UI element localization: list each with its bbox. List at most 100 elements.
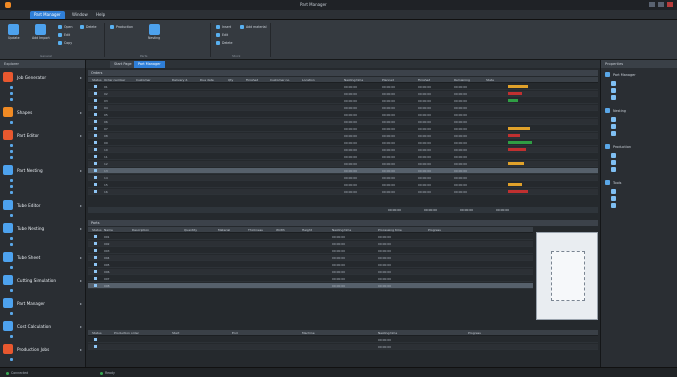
- nav-subitem[interactable]: [10, 311, 80, 316]
- table-row[interactable]: 02 00:00:00 00:00:00 00:00:00 00:00:00: [88, 91, 598, 97]
- nav-subitem[interactable]: [10, 184, 80, 189]
- nav-subitem[interactable]: [10, 242, 80, 247]
- table-row[interactable]: 05 00:00:00 00:00:00 00:00:00 00:00:00: [88, 112, 598, 118]
- nav-item-part-nesting[interactable]: Part Nesting ▸: [0, 163, 86, 177]
- table-row[interactable]: 14 00:00:00 00:00:00 00:00:00 00:00:00: [88, 175, 598, 181]
- nav-item-cost-calculation[interactable]: Cost Calculation ▸: [0, 319, 86, 333]
- panel-subitem[interactable]: [611, 160, 616, 165]
- column-header[interactable]: Status: [92, 78, 102, 82]
- delete-button[interactable]: Delete: [80, 25, 96, 29]
- menu-tab-window[interactable]: Window: [68, 11, 92, 19]
- nav-item-tube-editor[interactable]: Tube Editor ▸: [0, 198, 86, 212]
- column-header[interactable]: Order number: [104, 78, 125, 82]
- column-header[interactable]: Status: [92, 331, 102, 335]
- panel-subitem[interactable]: [611, 196, 616, 201]
- table-row[interactable]: 10 00:00:00 00:00:00 00:00:00 00:00:00: [88, 147, 598, 153]
- column-header[interactable]: Status: [92, 228, 102, 232]
- nav-item-job-generator[interactable]: Job Generator ▸: [0, 70, 86, 84]
- edit-button[interactable]: Edit: [58, 33, 70, 37]
- panel-subitem[interactable]: [611, 117, 616, 122]
- column-header[interactable]: Quantity: [184, 228, 197, 232]
- table-row[interactable]: 01 00:00:00 00:00:00 00:00:00 00:00:00: [88, 84, 598, 90]
- column-header[interactable]: Due date: [200, 78, 214, 82]
- table-row[interactable]: 06 00:00:00 00:00:00 00:00:00 00:00:00: [88, 119, 598, 125]
- table-row[interactable]: 03 00:00:00 00:00:00 00:00:00 00:00:00: [88, 98, 598, 104]
- table-row[interactable]: 15 00:00:00 00:00:00 00:00:00 00:00:00: [88, 182, 598, 188]
- column-header[interactable]: Remaining: [454, 78, 470, 82]
- column-header[interactable]: Progress: [428, 228, 441, 232]
- add-import-button[interactable]: Add Import: [32, 24, 50, 40]
- column-header[interactable]: Nesting time: [344, 78, 363, 82]
- column-header[interactable]: Progress: [468, 331, 481, 335]
- panel-subitem[interactable]: [611, 167, 616, 172]
- panel-subitem[interactable]: [611, 95, 616, 100]
- nesting-button[interactable]: Nesting: [148, 24, 160, 40]
- table-row[interactable]: 08 00:00:00 00:00:00 00:00:00 00:00:00: [88, 133, 598, 139]
- column-header[interactable]: Height: [302, 228, 312, 232]
- panel-subitem[interactable]: [611, 153, 616, 158]
- column-header[interactable]: Nesting time: [378, 331, 397, 335]
- column-header[interactable]: Customer: [136, 78, 151, 82]
- nav-item-shapes[interactable]: Shapes ▸: [0, 105, 86, 119]
- nav-item-tube-sheet[interactable]: Tube Sheet ▸: [0, 250, 86, 264]
- update-button[interactable]: Update: [8, 24, 20, 40]
- column-header[interactable]: Production order: [114, 331, 139, 335]
- nav-subitem[interactable]: [10, 85, 80, 90]
- nav-subitem[interactable]: [10, 155, 80, 160]
- menu-tab-part-manager[interactable]: Part Manager: [30, 11, 65, 19]
- close-icon[interactable]: [667, 2, 673, 7]
- panel-section-production[interactable]: Production: [605, 144, 631, 149]
- panel-subitem[interactable]: [611, 131, 616, 136]
- nav-subitem[interactable]: [10, 190, 80, 195]
- nav-item-tube-nesting[interactable]: Tube Nesting ▸: [0, 221, 86, 235]
- table-row[interactable]: 008 00:00:00 00:00:00: [88, 283, 533, 289]
- tab-part-manager[interactable]: Part Manager: [134, 61, 165, 68]
- nav-subitem[interactable]: [10, 334, 80, 339]
- table-row[interactable]: 12 00:00:00 00:00:00 00:00:00 00:00:00: [88, 161, 598, 167]
- nav-subitem[interactable]: [10, 265, 80, 270]
- panel-section-part-manager[interactable]: Part Manager: [605, 72, 636, 77]
- column-header[interactable]: Name: [104, 228, 113, 232]
- column-header[interactable]: Planned: [382, 78, 394, 82]
- stock-delete-button[interactable]: Delete: [216, 41, 232, 45]
- column-header[interactable]: End: [232, 331, 238, 335]
- column-header[interactable]: Delivery d.: [172, 78, 188, 82]
- menu-tab-help[interactable]: Help: [92, 11, 109, 19]
- table-row[interactable]: 006 00:00:00 00:00:00: [88, 269, 533, 275]
- maximize-icon[interactable]: [658, 2, 664, 7]
- panel-section-nesting[interactable]: Nesting: [605, 108, 626, 113]
- table-row[interactable]: 007 00:00:00 00:00:00: [88, 276, 533, 282]
- column-header[interactable]: Description: [132, 228, 149, 232]
- column-header[interactable]: Finished: [246, 78, 258, 82]
- column-header[interactable]: Machine: [302, 331, 315, 335]
- nav-subitem[interactable]: [10, 288, 80, 293]
- panel-section-tools[interactable]: Tools: [605, 180, 621, 185]
- nav-subitem[interactable]: [10, 143, 80, 148]
- nav-subitem[interactable]: [10, 357, 80, 362]
- column-header[interactable]: Location: [302, 78, 315, 82]
- panel-subitem[interactable]: [611, 81, 616, 86]
- table-row[interactable]: 004 00:00:00 00:00:00: [88, 255, 533, 261]
- nav-subitem[interactable]: [10, 97, 80, 102]
- column-header[interactable]: Start: [172, 331, 179, 335]
- column-header[interactable]: State: [486, 78, 494, 82]
- table-row[interactable]: 002 00:00:00 00:00:00: [88, 241, 533, 247]
- column-header[interactable]: Nesting time: [332, 228, 351, 232]
- tab-start-page[interactable]: Start Page: [110, 61, 136, 68]
- table-row[interactable]: 13 00:00:00 00:00:00 00:00:00 00:00:00: [88, 168, 598, 174]
- nav-item-part-manager[interactable]: Part Manager ▸: [0, 296, 86, 310]
- minimize-icon[interactable]: [649, 2, 655, 7]
- column-header[interactable]: Width: [276, 228, 285, 232]
- column-header[interactable]: Qty: [228, 78, 233, 82]
- table-row[interactable]: 11 00:00:00 00:00:00 00:00:00 00:00:00: [88, 154, 598, 160]
- nav-item-cutting-simulation[interactable]: Cutting Simulation ▸: [0, 273, 86, 287]
- column-header[interactable]: Customer no.: [270, 78, 290, 82]
- table-row[interactable]: 09 00:00:00 00:00:00 00:00:00 00:00:00: [88, 140, 598, 146]
- table-row[interactable]: 04 00:00:00 00:00:00 00:00:00 00:00:00: [88, 105, 598, 111]
- open-button[interactable]: Open: [58, 25, 73, 29]
- nav-subitem[interactable]: [10, 149, 80, 154]
- stock-edit-button[interactable]: Edit: [216, 33, 228, 37]
- production-button[interactable]: Production: [110, 25, 133, 29]
- insert-button[interactable]: Insert: [216, 25, 231, 29]
- table-row[interactable]: 07 00:00:00 00:00:00 00:00:00 00:00:00: [88, 126, 598, 132]
